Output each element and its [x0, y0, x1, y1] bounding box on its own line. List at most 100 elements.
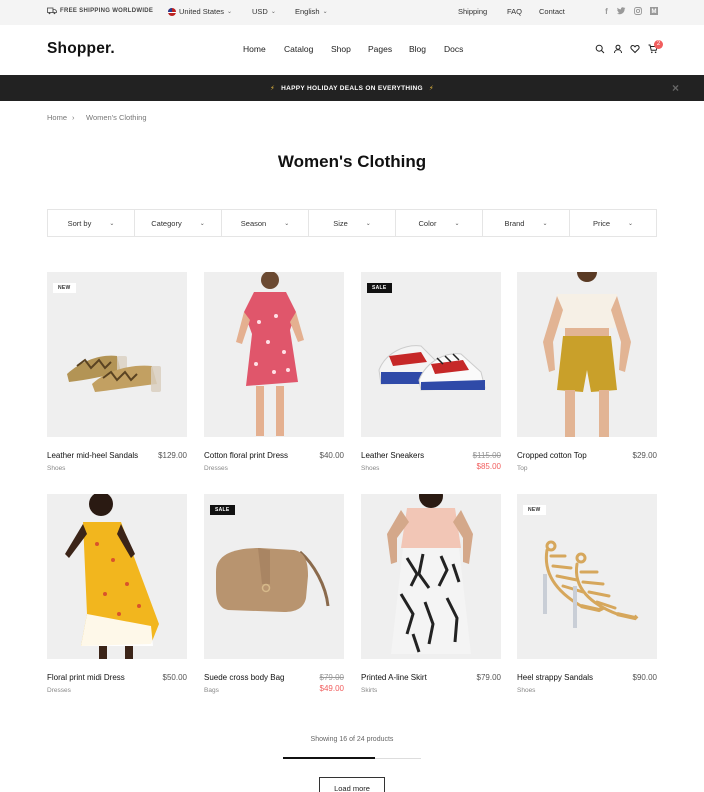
product-card[interactable]: Cotton floral print Dress Dresses $40.00: [204, 272, 344, 472]
product-category[interactable]: Dresses: [204, 465, 228, 472]
heart-icon[interactable]: [630, 44, 640, 54]
chevron-down-icon: ⌄: [628, 220, 634, 227]
product-category[interactable]: Dresses: [47, 687, 71, 694]
filter-season[interactable]: Season ⌄: [222, 210, 309, 236]
product-card[interactable]: SALE Suede cross body Bag Bags $79.00 $4…: [204, 494, 344, 694]
instagram-icon[interactable]: [633, 7, 642, 16]
promo-banner: ⚡ HAPPY HOLIDAY DEALS ON EVERYTHING ⚡ ×: [0, 75, 704, 101]
country-select[interactable]: United States ⌄: [168, 7, 232, 16]
product-original-price: $79.00: [319, 673, 344, 682]
twitter-icon[interactable]: [616, 7, 626, 16]
page-title: Women's Clothing: [277, 152, 427, 171]
medium-icon[interactable]: M: [649, 7, 658, 16]
product-name[interactable]: Leather Sneakers: [361, 451, 424, 460]
product-image[interactable]: SALE: [361, 272, 501, 437]
nav-docs[interactable]: Docs: [444, 44, 463, 54]
chevron-down-icon: ⌄: [227, 9, 233, 15]
filter-price[interactable]: Price ⌄: [570, 210, 656, 236]
filter-brand[interactable]: Brand ⌄: [483, 210, 570, 236]
filter-label: Sort by: [67, 218, 92, 228]
chevron-down-icon: ⌄: [322, 9, 328, 15]
product-sale-price: $49.00: [319, 684, 344, 693]
breadcrumb-home[interactable]: Home: [47, 113, 67, 122]
product-image[interactable]: NEW: [47, 272, 187, 437]
chevron-down-icon: ⌄: [284, 220, 290, 227]
breadcrumb-current: Women's Clothing: [86, 113, 147, 122]
filter-sort-by[interactable]: Sort by ⌄: [48, 210, 135, 236]
product-name[interactable]: Heel strappy Sandals: [517, 673, 593, 682]
search-icon[interactable]: [595, 44, 605, 54]
faq-link[interactable]: FAQ: [507, 7, 522, 16]
nav-shop[interactable]: Shop: [331, 44, 351, 54]
product-card[interactable]: Cropped cotton Top Top $29.00: [517, 272, 657, 472]
product-card[interactable]: Printed A-line Skirt Skirts $79.00: [361, 494, 501, 694]
product-price: $129.00: [158, 451, 187, 460]
filter-size[interactable]: Size ⌄: [309, 210, 396, 236]
yellow-dress-image: [65, 494, 159, 659]
product-category[interactable]: Bags: [204, 687, 219, 694]
contact-link[interactable]: Contact: [539, 7, 565, 16]
filter-color[interactable]: Color ⌄: [396, 210, 483, 236]
product-name[interactable]: Floral print midi Dress: [47, 673, 125, 682]
lightning-icon: ⚡: [428, 85, 434, 92]
product-category[interactable]: Top: [517, 465, 527, 472]
filter-label: Category: [151, 218, 182, 228]
filter-category[interactable]: Category ⌄: [135, 210, 222, 236]
svg-text:M: M: [651, 9, 656, 15]
product-name[interactable]: Cropped cotton Top: [517, 451, 587, 460]
product-image[interactable]: [517, 272, 657, 437]
aline-skirt-image: [387, 494, 473, 654]
nav-pages[interactable]: Pages: [368, 44, 392, 54]
language-select[interactable]: English ⌄: [295, 7, 328, 16]
product-category[interactable]: Skirts: [361, 687, 377, 694]
promo-text-row: ⚡ HAPPY HOLIDAY DEALS ON EVERYTHING ⚡: [0, 84, 704, 92]
product-name[interactable]: Leather mid-heel Sandals: [47, 451, 138, 460]
load-more-button[interactable]: Load more: [319, 777, 385, 792]
product-card[interactable]: NEW Leather mid-heel Sandals Shoes $129.…: [47, 272, 187, 472]
product-sale-price: $85.00: [476, 462, 501, 471]
filter-label: Brand: [504, 218, 525, 228]
shipping-link[interactable]: Shipping: [458, 7, 487, 16]
product-image[interactable]: SALE: [204, 494, 344, 659]
nav-catalog[interactable]: Catalog: [284, 44, 313, 54]
promo-text: HAPPY HOLIDAY DEALS ON EVERYTHING: [281, 85, 423, 92]
product-card[interactable]: Floral print midi Dress Dresses $50.00: [47, 494, 187, 694]
chevron-down-icon: ⌄: [542, 220, 548, 227]
user-icon[interactable]: [613, 44, 623, 54]
product-original-price: $115.00: [472, 451, 501, 460]
product-name[interactable]: Printed A-line Skirt: [361, 673, 427, 682]
product-price: $50.00: [162, 673, 187, 682]
product-name[interactable]: Suede cross body Bag: [204, 673, 285, 682]
product-category[interactable]: Shoes: [47, 465, 65, 472]
main-header: Shopper. Home Catalog Shop Pages Blog Do…: [0, 25, 704, 75]
chevron-down-icon: ⌄: [199, 220, 205, 227]
product-image[interactable]: [361, 494, 501, 659]
product-card[interactable]: NEW Heel strappy Sandals Shoes $90.00: [517, 494, 657, 694]
facebook-icon[interactable]: f: [602, 7, 611, 16]
floral-dress-image: [236, 272, 304, 436]
currency-select[interactable]: USD ⌄: [252, 7, 276, 16]
free-shipping-text: FREE SHIPPING WORLDWIDE: [60, 8, 154, 14]
chevron-down-icon: ⌄: [454, 220, 460, 227]
product-image[interactable]: [204, 272, 344, 437]
product-category[interactable]: Shoes: [517, 687, 535, 694]
product-image[interactable]: [47, 494, 187, 659]
chevron-down-icon: ⌄: [109, 220, 115, 227]
us-flag-icon: [168, 7, 176, 16]
filter-label: Size: [333, 218, 348, 228]
filter-bar: Sort by ⌄ Category ⌄ Season ⌄ Size ⌄ Color ⌄ …: [47, 209, 657, 237]
product-name[interactable]: Cotton floral print Dress: [204, 451, 288, 460]
logo[interactable]: Shopper.: [47, 40, 115, 58]
product-category[interactable]: Shoes: [361, 465, 379, 472]
filter-label: Price: [592, 218, 611, 228]
product-image[interactable]: NEW: [517, 494, 657, 659]
truck-icon: [47, 7, 57, 15]
cross-body-bag-image: [216, 548, 330, 612]
product-card[interactable]: SALE Leather Sneakers Shoes $115.00 $85.…: [361, 272, 501, 472]
sale-badge: SALE: [367, 283, 392, 293]
filter-label: Season: [240, 218, 267, 228]
cropped-top-image: [543, 272, 631, 437]
nav-blog[interactable]: Blog: [409, 44, 426, 54]
close-icon[interactable]: ×: [672, 81, 679, 95]
nav-home[interactable]: Home: [243, 44, 266, 54]
